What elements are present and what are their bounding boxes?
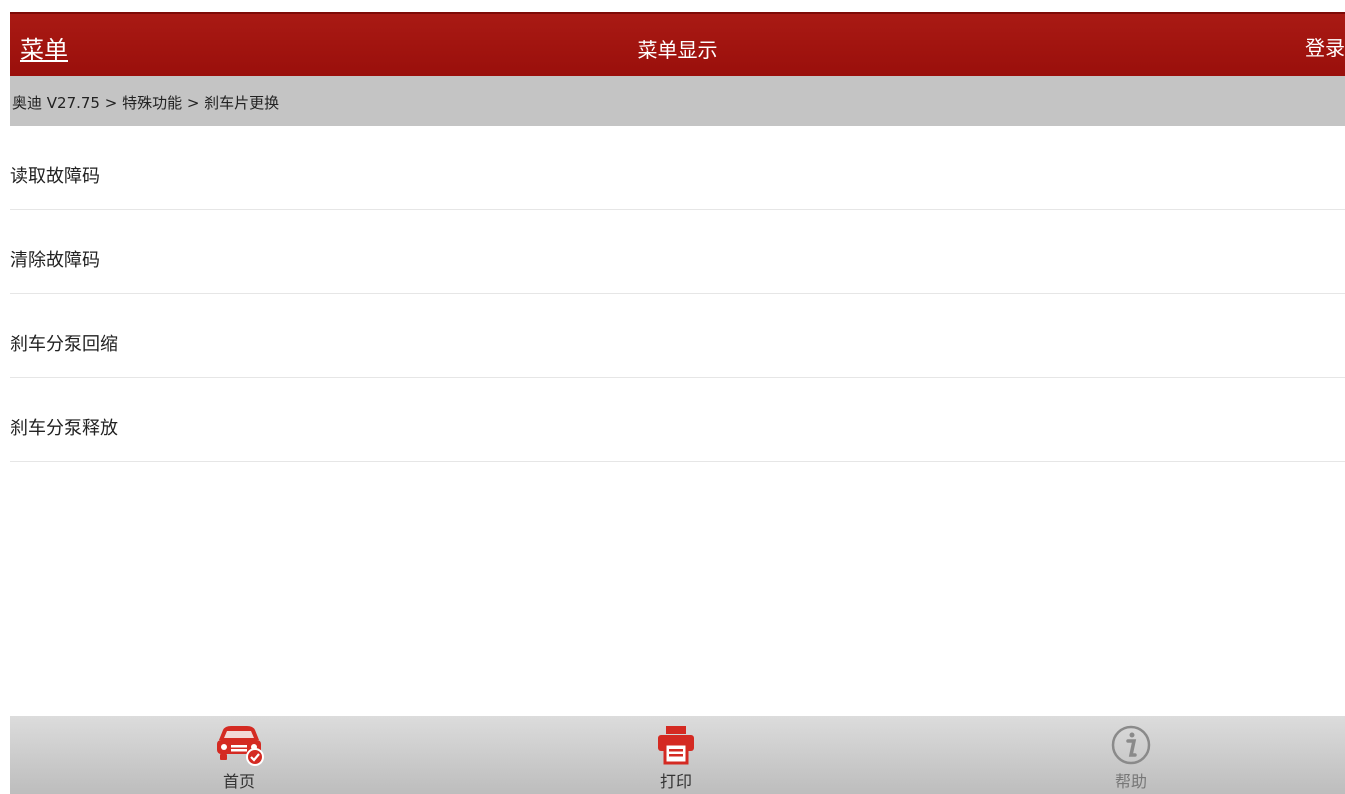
login-link[interactable]: 登录 bbox=[1305, 32, 1345, 61]
printer-icon bbox=[658, 726, 694, 765]
home-button[interactable]: 首页 bbox=[179, 724, 299, 792]
print-button[interactable]: 打印 bbox=[616, 724, 736, 792]
top-bar: 菜单 菜单显示 登录 bbox=[10, 12, 1345, 76]
top-border bbox=[0, 0, 1345, 12]
car-check-icon bbox=[217, 726, 264, 766]
help-label: 帮助 bbox=[1114, 772, 1147, 791]
menu-item-read-dtc[interactable]: 读取故障码 bbox=[10, 126, 1345, 210]
menu-list: 读取故障码 清除故障码 刹车分泵回缩 刹车分泵释放 bbox=[10, 126, 1345, 462]
help-button[interactable]: 帮助 bbox=[1071, 724, 1191, 792]
home-label: 首页 bbox=[222, 772, 255, 791]
page-title: 菜单显示 bbox=[637, 38, 718, 62]
menu-item-clear-dtc[interactable]: 清除故障码 bbox=[10, 210, 1345, 294]
bottom-toolbar: 首页 打印 帮助 bbox=[10, 716, 1345, 794]
menu-item-caliper-release[interactable]: 刹车分泵释放 bbox=[10, 378, 1345, 462]
breadcrumb: 奥迪 V27.75 > 特殊功能 > 刹车片更换 bbox=[10, 76, 1345, 126]
info-icon bbox=[1111, 725, 1151, 765]
print-label: 打印 bbox=[659, 772, 692, 791]
menu-item-caliper-retract[interactable]: 刹车分泵回缩 bbox=[10, 294, 1345, 378]
